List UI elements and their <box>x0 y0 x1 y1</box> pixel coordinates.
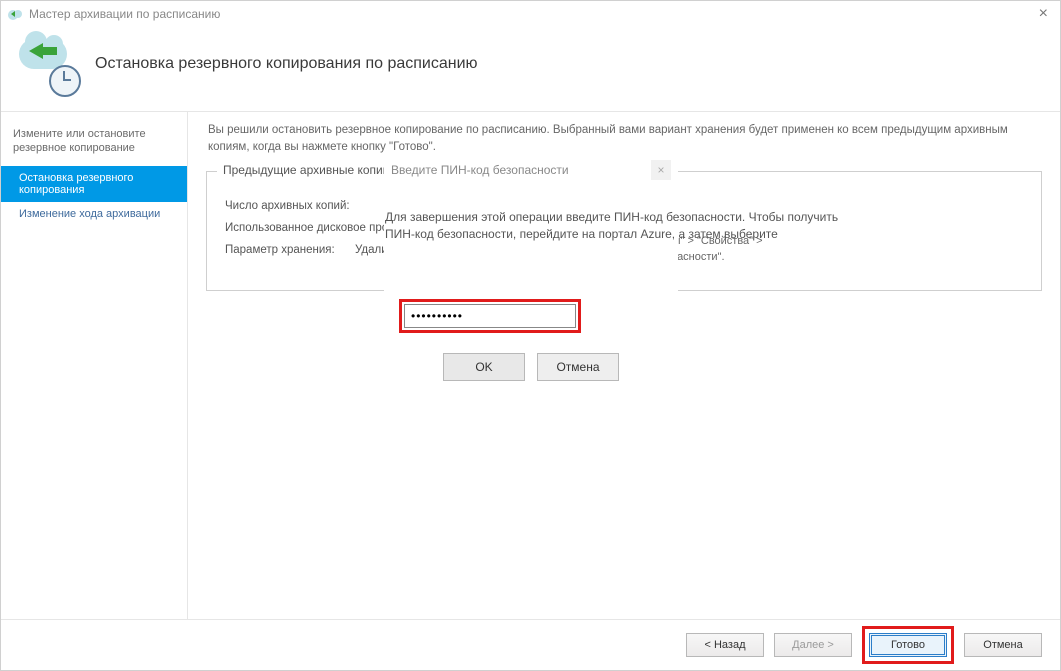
dialog-title: Введите ПИН-код безопасности <box>391 163 651 177</box>
cancel-button[interactable]: Отмена <box>964 633 1042 657</box>
sidebar-item-modify-schedule[interactable]: Изменение хода архивации <box>1 202 187 226</box>
sidebar-item-stop-backup[interactable]: Остановка резервного копирования <box>1 166 187 202</box>
dialog-titlebar: Введите ПИН-код безопасности × <box>385 155 677 185</box>
next-button: Далее > <box>774 633 852 657</box>
finish-button[interactable]: Готово <box>869 633 947 657</box>
dialog-message: Для завершения этой операции введите ПИН… <box>385 209 865 244</box>
dialog-close-icon[interactable]: × <box>651 160 671 180</box>
pin-input[interactable] <box>404 304 576 328</box>
arrow-icon <box>29 43 43 59</box>
pin-input-wrap <box>399 299 677 333</box>
body: Измените или остановите резервное копиро… <box>1 111 1060 621</box>
app-icon <box>7 6 23 22</box>
pin-highlight <box>399 299 581 333</box>
sidebar: Измените или остановите резервное копиро… <box>1 112 187 621</box>
sidebar-intro: Измените или остановите резервное копиро… <box>1 122 187 166</box>
dialog-cancel-button[interactable]: Отмена <box>537 353 619 381</box>
pin-dialog: Введите ПИН-код безопасности × Для завер… <box>384 154 678 400</box>
titlebar: Мастер архивации по расписанию × <box>1 1 1060 27</box>
window-title: Мастер архивации по расписанию <box>29 7 1033 21</box>
page-title: Остановка резервного копирования по расп… <box>95 55 478 73</box>
close-icon[interactable]: × <box>1033 5 1054 23</box>
fieldset-legend: Предыдущие архивные копии <box>217 163 395 177</box>
storage-option-label: Параметр хранения: <box>225 244 355 256</box>
wizard-window: Мастер архивации по расписанию × Останов… <box>0 0 1061 671</box>
header-icon <box>19 35 77 93</box>
finish-highlight: Готово <box>862 626 954 664</box>
dialog-ok-button[interactable]: OK <box>443 353 525 381</box>
back-button[interactable]: < Назад <box>686 633 764 657</box>
footer: < Назад Далее > Готово Отмена <box>1 619 1060 670</box>
header: Остановка резервного копирования по расп… <box>1 27 1060 111</box>
content: Вы решили остановить резервное копирован… <box>187 112 1060 621</box>
dialog-buttons: OK Отмена <box>385 347 677 399</box>
clock-icon <box>49 65 81 97</box>
